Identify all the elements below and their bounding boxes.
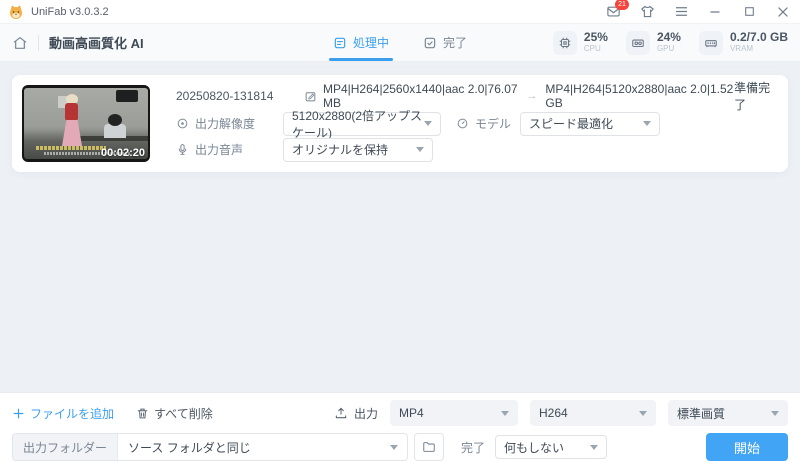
quality-value: 標準画質 xyxy=(677,406,726,421)
codec-select[interactable]: H264 xyxy=(530,400,656,426)
footer: ファイルを追加 すべて削除 出力 MP4 H264 標準画質 出力フォルダー ソ… xyxy=(0,392,800,462)
tab-processing-label: 処理中 xyxy=(352,36,389,50)
resolution-value: 5120x2880(2倍アップスケール) xyxy=(292,108,423,140)
gpu-stat: 24% GPU xyxy=(625,30,681,55)
chevron-down-icon xyxy=(501,410,509,416)
memory-icon xyxy=(698,30,723,55)
resolution-field-label: 出力解像度 xyxy=(176,115,283,132)
module-title: 動画高画質化 AI xyxy=(49,36,144,51)
nav-divider xyxy=(38,34,39,51)
task-card: 00:02:20 20250820-131814 MP4|H264|2560x1… xyxy=(12,75,788,172)
target-media-info: MP4|H264|5120x2880|aac 2.0|1.52 GB xyxy=(545,82,734,110)
model-gauge-icon xyxy=(456,117,469,130)
tab-bar: 処理中 完了 xyxy=(328,24,467,61)
navbar: 動画高画質化 AI 処理中 完了 25% CPU 24% GPU 0.2/7.0… xyxy=(0,24,800,62)
folder-icon xyxy=(422,440,436,454)
chevron-down-icon xyxy=(390,444,398,450)
processing-queue-icon xyxy=(333,36,347,50)
tab-processing[interactable]: 処理中 xyxy=(328,24,393,61)
maximize-button[interactable] xyxy=(740,3,758,21)
task-list-area: 00:02:20 20250820-131814 MP4|H264|2560x1… xyxy=(0,62,800,392)
titlebar: UniFab v3.0.3.2 21 xyxy=(0,0,800,24)
theme-skin-button[interactable] xyxy=(638,3,656,21)
minimize-button[interactable] xyxy=(706,3,724,21)
gpu-value: 24% xyxy=(656,30,681,44)
task-status: 準備完了 xyxy=(734,81,771,112)
arrow-right-icon: → xyxy=(526,90,538,102)
gpu-icon xyxy=(625,30,650,55)
output-folder-select[interactable]: 出力フォルダー ソース フォルダと同じ xyxy=(12,433,408,461)
task-filename: 20250820-131814 xyxy=(176,89,274,103)
cpu-value: 25% xyxy=(583,30,608,44)
delete-all-label: すべて削除 xyxy=(154,406,213,421)
tab-completed[interactable]: 完了 xyxy=(423,24,467,61)
microphone-icon xyxy=(176,143,189,156)
system-stats: 25% CPU 24% GPU 0.2/7.0 GB VRAM xyxy=(552,30,788,55)
cpu-icon xyxy=(552,30,577,55)
tab-completed-label: 完了 xyxy=(443,36,468,50)
browse-folder-button[interactable] xyxy=(414,433,444,461)
close-button[interactable] xyxy=(774,3,792,21)
codec-value: H264 xyxy=(539,406,568,420)
model-field-label: モデル xyxy=(456,115,520,132)
export-icon xyxy=(334,406,348,420)
target-icon xyxy=(176,117,189,130)
after-done-select[interactable]: 何もしない xyxy=(495,435,608,459)
edit-info-icon[interactable] xyxy=(304,90,317,103)
cpu-stat: 25% CPU xyxy=(552,30,608,55)
home-icon[interactable] xyxy=(12,35,28,51)
chevron-down-icon xyxy=(643,121,651,126)
vram-value: 0.2/7.0 GB xyxy=(729,30,788,44)
app-logo-icon xyxy=(8,4,24,20)
after-done-label: 完了 xyxy=(461,440,486,455)
mail-button[interactable]: 21 xyxy=(604,0,629,21)
check-square-icon xyxy=(423,36,437,50)
cpu-label: CPU xyxy=(583,44,601,53)
chevron-down-icon xyxy=(590,444,599,450)
after-done-value: 何もしない xyxy=(504,440,565,455)
vram-label: VRAM xyxy=(729,44,754,53)
video-thumbnail[interactable]: 00:02:20 xyxy=(22,85,150,162)
model-select[interactable]: スピード最適化 xyxy=(520,111,660,136)
quality-select[interactable]: 標準画質 xyxy=(668,400,788,426)
video-duration: 00:02:20 xyxy=(100,147,145,159)
delete-all-button[interactable]: すべて削除 xyxy=(136,405,213,422)
gpu-label: GPU xyxy=(656,44,675,53)
mail-badge: 21 xyxy=(615,0,629,10)
add-files-label: ファイルを追加 xyxy=(30,406,115,421)
audio-field-label: 出力音声 xyxy=(176,141,283,158)
add-files-button[interactable]: ファイルを追加 xyxy=(12,405,114,422)
menu-button[interactable] xyxy=(672,3,690,21)
output-folder-label: 出力フォルダー xyxy=(13,434,119,460)
output-field-label: 出力 xyxy=(334,405,378,422)
chevron-down-icon xyxy=(424,121,432,126)
start-button[interactable]: 開始 xyxy=(706,433,788,461)
format-value: MP4 xyxy=(399,406,424,420)
vram-stat: 0.2/7.0 GB VRAM xyxy=(698,30,788,55)
app-title: UniFab v3.0.3.2 xyxy=(31,5,109,18)
output-folder-value: ソース フォルダと同じ xyxy=(128,440,251,455)
audio-select[interactable]: オリジナルを保持 xyxy=(283,137,433,162)
chevron-down-icon xyxy=(639,410,647,416)
resolution-select[interactable]: 5120x2880(2倍アップスケール) xyxy=(283,109,441,140)
chevron-down-icon xyxy=(771,410,779,416)
audio-value: オリジナルを保持 xyxy=(292,143,389,157)
model-value: スピード最適化 xyxy=(529,117,614,131)
chevron-down-icon xyxy=(416,147,424,152)
format-select[interactable]: MP4 xyxy=(390,400,518,426)
